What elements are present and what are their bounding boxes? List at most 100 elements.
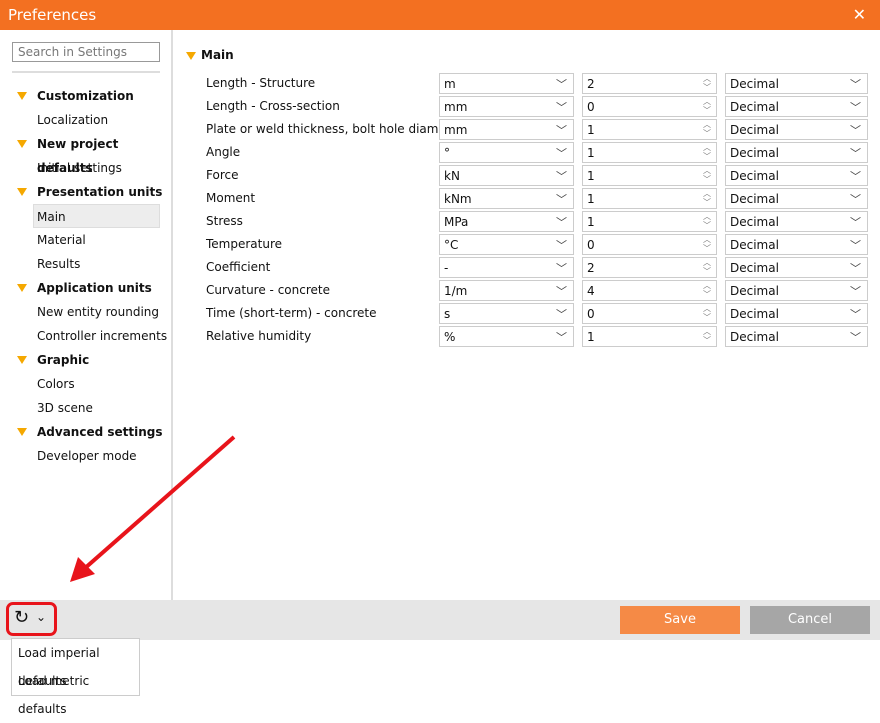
close-icon[interactable]: ✕ [853,5,866,24]
spinner-arrows-icon[interactable]: ︿ ﹀ [703,189,711,207]
sidebar-item[interactable]: Colors [0,372,173,396]
format-value: Decimal [730,146,779,160]
cancel-button[interactable]: Cancel [750,606,870,634]
chevron-down-icon: ﹀ [850,193,861,206]
format-select[interactable]: Decimal ﹀ [725,326,868,347]
sidebar-item[interactable]: Main [33,204,160,228]
format-value: Decimal [730,77,779,91]
precision-stepper[interactable]: 4 ︿ ﹀ [582,280,717,301]
format-select[interactable]: Decimal ﹀ [725,142,868,163]
sidebar-group[interactable]: Application units [0,276,173,300]
precision-stepper[interactable]: 2 ︿ ﹀ [582,73,717,94]
unit-select[interactable]: 1/m ﹀ [439,280,574,301]
sidebar-item[interactable]: Developer mode [0,444,173,468]
spinner-arrows-icon[interactable]: ︿ ﹀ [703,166,711,184]
sidebar-item[interactable]: Material [0,228,173,252]
expand-triangle-icon[interactable] [17,428,27,436]
section-title: Main [201,48,234,62]
spinner-arrows-icon[interactable]: ︿ ﹀ [703,120,711,138]
precision-stepper[interactable]: 1 ︿ ﹀ [582,142,717,163]
sidebar-group[interactable]: Graphic [0,348,173,372]
sidebar-item[interactable]: 3D scene [0,396,173,420]
precision-value: 1 [587,169,595,183]
sidebar-item-label: Localization [37,113,109,127]
precision-stepper[interactable]: 1 ︿ ﹀ [582,326,717,347]
precision-stepper[interactable]: 2 ︿ ﹀ [582,257,717,278]
precision-stepper[interactable]: 1 ︿ ﹀ [582,211,717,232]
unit-select[interactable]: mm ﹀ [439,119,574,140]
format-select[interactable]: Decimal ﹀ [725,165,868,186]
save-button[interactable]: Save [620,606,740,634]
sidebar-item[interactable]: Controller increments [0,324,173,348]
sidebar-item[interactable]: Localization [0,108,173,132]
sidebar-group[interactable]: New project defaults [0,132,173,175]
row-label: Plate or weld thickness, bolt hole diame… [206,122,463,136]
spinner-arrows-icon[interactable]: ︿ ﹀ [703,281,711,299]
format-select[interactable]: Decimal ﹀ [725,280,868,301]
chevron-down-icon: ⌄ [36,610,47,624]
unit-value: mm [444,123,468,137]
row-label: Angle [206,145,241,159]
spinner-arrows-icon[interactable]: ︿ ﹀ [703,212,711,230]
sidebar-item[interactable]: New entity rounding [0,300,173,324]
sidebar-item-label: Graphic [37,353,90,367]
format-select[interactable]: Decimal ﹀ [725,119,868,140]
row-label: Coefficient [206,260,271,274]
expand-triangle-icon[interactable] [17,284,27,292]
spinner-arrows-icon[interactable]: ︿ ﹀ [703,327,711,345]
format-select[interactable]: Decimal ﹀ [725,257,868,278]
format-select[interactable]: Decimal ﹀ [725,96,868,117]
unit-select[interactable]: MPa ﹀ [439,211,574,232]
expand-triangle-icon[interactable] [17,140,27,148]
spinner-arrows-icon[interactable]: ︿ ﹀ [703,235,711,253]
format-select[interactable]: Decimal ﹀ [725,303,868,324]
reset-defaults-button[interactable]: ↻ ⌄ [6,602,57,636]
unit-select[interactable]: °C ﹀ [439,234,574,255]
precision-stepper[interactable]: 1 ︿ ﹀ [582,165,717,186]
sidebar-item[interactable]: Initial settings [0,156,173,180]
sidebar-item[interactable]: Results [0,252,173,276]
unit-select[interactable]: % ﹀ [439,326,574,347]
expand-triangle-icon[interactable] [186,52,196,60]
sidebar-item-label: New entity rounding [37,305,160,319]
row-label: Temperature [206,237,283,251]
spinner-arrows-icon[interactable]: ︿ ﹀ [703,304,711,322]
unit-select[interactable]: s ﹀ [439,303,574,324]
unit-select[interactable]: ° ﹀ [439,142,574,163]
precision-value: 2 [587,77,595,91]
sidebar-group[interactable]: Advanced settings [0,420,173,444]
spinner-arrows-icon[interactable]: ︿ ﹀ [703,74,711,92]
sidebar-group[interactable]: Presentation units [0,180,173,204]
format-select[interactable]: Decimal ﹀ [725,234,868,255]
menu-item-load-metric[interactable]: Load metric defaults [12,667,139,716]
precision-stepper[interactable]: 0 ︿ ﹀ [582,96,717,117]
unit-select[interactable]: kNm ﹀ [439,188,574,209]
unit-select[interactable]: - ﹀ [439,257,574,278]
precision-stepper[interactable]: 1 ︿ ﹀ [582,188,717,209]
precision-stepper[interactable]: 0 ︿ ﹀ [582,303,717,324]
search-input[interactable] [12,42,160,62]
unit-value: kN [444,169,460,183]
format-select[interactable]: Decimal ﹀ [725,188,868,209]
expand-triangle-icon[interactable] [17,188,27,196]
format-select[interactable]: Decimal ﹀ [725,211,868,232]
spinner-arrows-icon[interactable]: ︿ ﹀ [703,97,711,115]
unit-select[interactable]: kN ﹀ [439,165,574,186]
title-bar: Preferences ✕ [0,0,880,30]
unit-select[interactable]: mm ﹀ [439,96,574,117]
precision-stepper[interactable]: 0 ︿ ﹀ [582,234,717,255]
format-select[interactable]: Decimal ﹀ [725,73,868,94]
chevron-down-icon: ﹀ [556,308,567,321]
sidebar-group[interactable]: Customization [0,84,173,108]
unit-select[interactable]: m ﹀ [439,73,574,94]
precision-value: 1 [587,215,595,229]
spinner-arrows-icon[interactable]: ︿ ﹀ [703,258,711,276]
spinner-arrows-icon[interactable]: ︿ ﹀ [703,143,711,161]
expand-triangle-icon[interactable] [17,356,27,364]
precision-stepper[interactable]: 1 ︿ ﹀ [582,119,717,140]
unit-row: Curvature - concrete 1/m ﹀ 4 ︿ ﹀ Decimal ﹀ [175,280,880,301]
menu-item-load-imperial[interactable]: Load imperial defaults [12,639,139,688]
unit-value: m [444,77,456,91]
reset-icon: ↻ [14,607,30,628]
expand-triangle-icon[interactable] [17,92,27,100]
